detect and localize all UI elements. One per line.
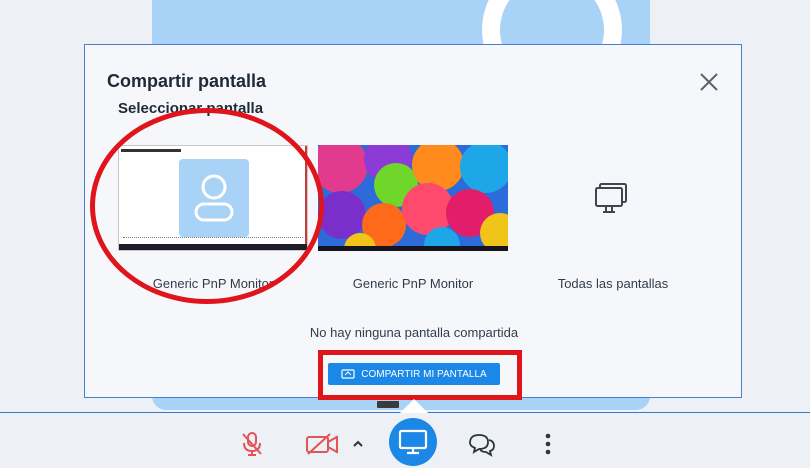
close-icon bbox=[700, 73, 718, 91]
close-button[interactable] bbox=[697, 70, 721, 94]
screen-option-2[interactable]: Generic PnP Monitor bbox=[318, 145, 508, 295]
dialog-title: Compartir pantalla bbox=[107, 71, 267, 91]
chat-button[interactable] bbox=[461, 424, 501, 464]
camera-options-button[interactable] bbox=[338, 424, 378, 464]
screen-option-label: Todas las pantallas bbox=[557, 276, 669, 291]
highlight-rectangle bbox=[318, 350, 522, 400]
mic-muted-icon bbox=[242, 432, 262, 456]
umbrellas-image bbox=[318, 145, 508, 251]
umbrellas-wallpaper-thumbnail bbox=[318, 145, 508, 251]
more-options-button[interactable] bbox=[528, 424, 568, 464]
all-screens-thumbnail bbox=[518, 145, 708, 251]
camera-off-icon bbox=[306, 433, 338, 455]
screen-share-toggle-button[interactable] bbox=[389, 418, 437, 466]
popover-pointer bbox=[400, 399, 428, 413]
mic-toggle-button[interactable] bbox=[232, 424, 272, 464]
monitor-icon bbox=[398, 429, 428, 455]
share-status-text: No hay ninguna pantalla compartida bbox=[309, 325, 519, 340]
chevron-up-icon bbox=[353, 440, 363, 447]
highlight-ellipse bbox=[90, 108, 324, 304]
multiple-monitors-icon bbox=[595, 183, 627, 213]
screen-option-all[interactable]: Todas las pantallas bbox=[518, 145, 708, 295]
camera-toggle-button[interactable] bbox=[302, 424, 342, 464]
more-icon bbox=[545, 433, 551, 455]
tile-badge bbox=[377, 401, 399, 408]
screen-option-label: Generic PnP Monitor bbox=[352, 276, 474, 291]
chat-icon bbox=[469, 434, 495, 457]
